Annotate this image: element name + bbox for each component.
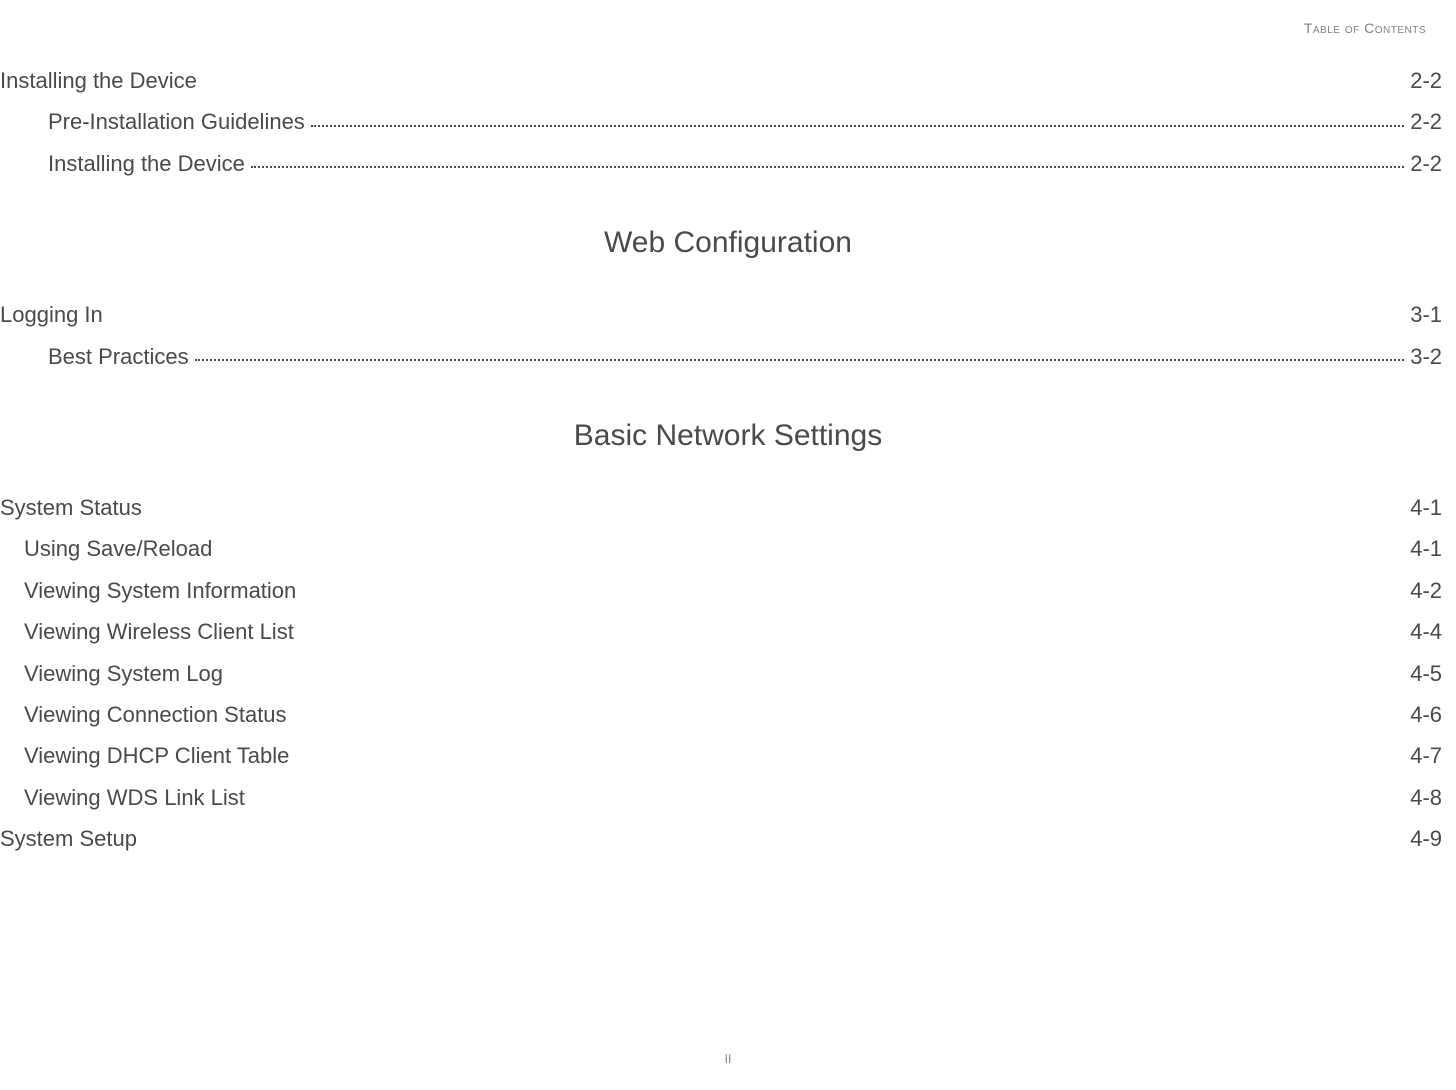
toc-entry-page: 4-5	[1410, 655, 1442, 692]
toc-content: Installing the Device2-2Pre-Installation…	[0, 0, 1456, 859]
toc-dot-leader	[311, 125, 1404, 127]
footer-page-number: II	[0, 1052, 1456, 1066]
toc-entry-page: 4-7	[1410, 737, 1442, 774]
toc-entry[interactable]: Installing the Device 2-2	[0, 60, 1456, 101]
toc-entry-page: 2-2	[1410, 103, 1442, 140]
header-label: Table of Contents	[1304, 20, 1426, 36]
toc-entry[interactable]: Viewing System Information 4-2	[0, 570, 1456, 611]
toc-entry-label: System Setup	[0, 820, 137, 857]
toc-entry-label: Installing the Device	[0, 62, 197, 99]
toc-entry-label: Viewing System Information	[24, 572, 296, 609]
toc-entry-label: Installing the Device	[48, 145, 245, 182]
toc-entry[interactable]: Viewing System Log 4-5	[0, 653, 1456, 694]
section-heading: Basic Network Settings	[0, 419, 1456, 453]
toc-entry-label: Logging In	[0, 296, 103, 333]
toc-entry-label: Pre-Installation Guidelines	[48, 103, 305, 140]
toc-entry[interactable]: Viewing WDS Link List 4-8	[0, 777, 1456, 818]
toc-entry-label: Using Save/Reload	[24, 530, 212, 567]
toc-entry-label: Viewing WDS Link List	[24, 779, 245, 816]
toc-entry[interactable]: Logging In 3-1	[0, 294, 1456, 335]
toc-entry[interactable]: System Status 4-1	[0, 487, 1456, 528]
toc-entry-page: 4-8	[1410, 779, 1442, 816]
toc-entry-label: Viewing Wireless Client List	[24, 613, 294, 650]
toc-entry-page: 2-2	[1410, 62, 1442, 99]
toc-entry[interactable]: Using Save/Reload 4-1	[0, 528, 1456, 569]
toc-dot-leader	[195, 359, 1405, 361]
toc-entry-page: 4-2	[1410, 572, 1442, 609]
toc-entry-page: 4-1	[1410, 530, 1442, 567]
toc-entry-label: Viewing System Log	[24, 655, 223, 692]
toc-entry-label: System Status	[0, 489, 142, 526]
toc-entry[interactable]: Viewing DHCP Client Table 4-7	[0, 735, 1456, 776]
toc-entry-label: Viewing DHCP Client Table	[24, 737, 289, 774]
toc-entry-label: Best Practices	[48, 338, 189, 375]
toc-entry-page: 3-1	[1410, 296, 1442, 333]
toc-entry[interactable]: System Setup 4-9	[0, 818, 1456, 859]
toc-entry-label: Viewing Connection Status	[24, 696, 287, 733]
section-heading: Web Configuration	[0, 226, 1456, 260]
toc-entry[interactable]: Viewing Wireless Client List 4-4	[0, 611, 1456, 652]
toc-entry-page: 4-9	[1410, 820, 1442, 857]
toc-entry[interactable]: Best Practices 3-2	[0, 336, 1456, 377]
toc-entry-page: 3-2	[1410, 338, 1442, 375]
toc-entry-page: 2-2	[1410, 145, 1442, 182]
toc-entry-page: 4-4	[1410, 613, 1442, 650]
toc-entry[interactable]: Pre-Installation Guidelines 2-2	[0, 101, 1456, 142]
toc-entry[interactable]: Installing the Device 2-2	[0, 143, 1456, 184]
toc-entry[interactable]: Viewing Connection Status 4-6	[0, 694, 1456, 735]
toc-dot-leader	[251, 166, 1404, 168]
toc-entry-page: 4-1	[1410, 489, 1442, 526]
toc-entry-page: 4-6	[1410, 696, 1442, 733]
